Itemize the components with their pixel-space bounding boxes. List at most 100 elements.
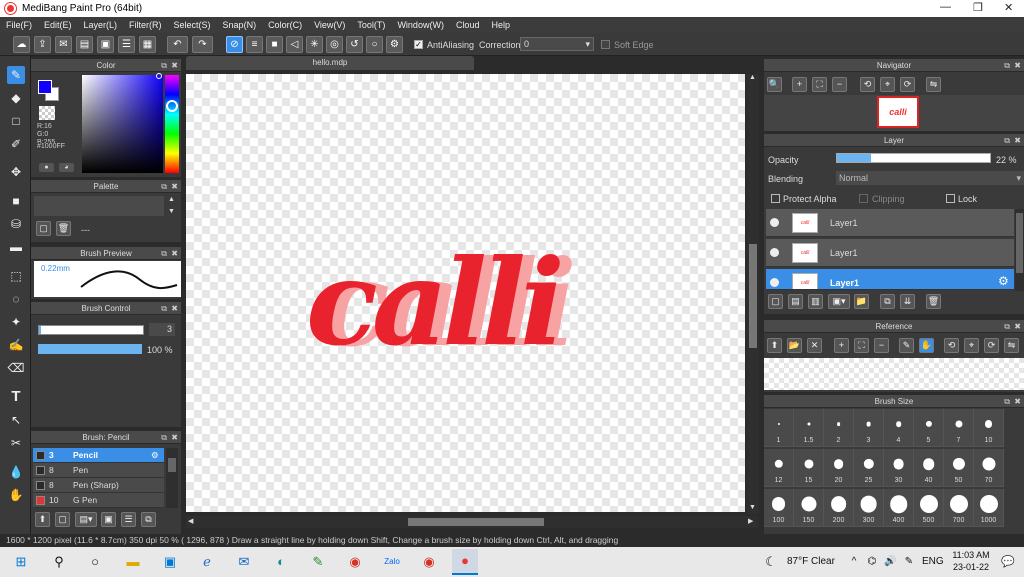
close-icon[interactable]: ✕ xyxy=(1004,1,1013,14)
brush-size-option[interactable]: 300 xyxy=(854,489,884,527)
hue-slider[interactable] xyxy=(165,75,179,173)
color-add-icon[interactable]: ◕ xyxy=(59,163,74,172)
clock[interactable]: 11:03 AM 23-01-22 xyxy=(948,549,994,573)
rotate-right-icon[interactable]: ⟳ xyxy=(984,338,999,353)
parallel-snap-icon[interactable]: ≡ xyxy=(246,36,263,53)
brush-item-pencil[interactable]: 3 Pencil ⚙ xyxy=(33,448,164,463)
zoom-fit-icon[interactable]: 🔍 xyxy=(767,77,782,92)
brush-tool-icon[interactable]: ✎ xyxy=(7,66,25,84)
text-tool-icon[interactable]: T xyxy=(7,388,25,406)
brush-item-g-pen[interactable]: 10 G Pen xyxy=(33,493,164,508)
chrome-icon[interactable]: ◉ xyxy=(420,554,438,570)
layer-opacity-slider[interactable] xyxy=(836,153,991,163)
close-icon[interactable]: ✖ xyxy=(1014,134,1021,147)
scrollbar-thumb[interactable] xyxy=(1016,213,1023,273)
reset-view-icon[interactable]: ⌖ xyxy=(964,338,979,353)
move-tool-icon[interactable]: ✥ xyxy=(7,163,25,181)
delete-brush-icon[interactable]: ⧉ xyxy=(141,512,156,527)
new-color-layer-icon[interactable]: ▢ xyxy=(768,294,783,309)
brush-size-option[interactable]: 12 xyxy=(764,449,794,487)
document-tab[interactable]: hello.mdp xyxy=(186,56,474,70)
duplicate-layer-icon[interactable]: ⧉ xyxy=(880,294,895,309)
rectangle-tool-icon[interactable]: □ xyxy=(7,112,25,130)
layer-menu-icon[interactable]: ▣▾ xyxy=(828,294,850,309)
undock-icon[interactable]: ⧉ xyxy=(161,302,167,315)
undock-icon[interactable]: ⧉ xyxy=(161,59,167,72)
menu-layer[interactable]: Layer(L) xyxy=(78,20,124,30)
close-icon[interactable]: ✖ xyxy=(171,59,178,72)
color-mode-icon[interactable]: ● xyxy=(39,163,54,172)
fit-icon[interactable]: ⛶ xyxy=(854,338,869,353)
brush-size-option[interactable]: 2 xyxy=(824,409,854,447)
undock-icon[interactable]: ⧉ xyxy=(161,247,167,260)
layer-row[interactable]: calli Layer1 xyxy=(766,209,1014,237)
select-tool-icon[interactable]: ⬚ xyxy=(7,267,25,285)
select-pen-tool-icon[interactable]: ✍ xyxy=(7,336,25,354)
brush-size-option[interactable]: 500 xyxy=(914,489,944,527)
brush-size-option[interactable]: 100 xyxy=(764,489,794,527)
menu-select[interactable]: Select(S) xyxy=(168,20,217,30)
curve-snap-icon[interactable]: ↺ xyxy=(346,36,363,53)
volume-icon[interactable]: 🔊 xyxy=(884,554,896,570)
zoom-out-icon[interactable]: − xyxy=(832,77,847,92)
brush-size-option[interactable]: 10 xyxy=(974,409,1004,447)
rotate-left-icon[interactable]: ⟲ xyxy=(860,77,875,92)
undock-icon[interactable]: ⧉ xyxy=(1004,134,1010,147)
scrollbar-thumb[interactable] xyxy=(749,244,757,348)
magic-wand-tool-icon[interactable]: ✦ xyxy=(7,313,25,331)
settings-snap-icon[interactable]: ⚙ xyxy=(386,36,403,53)
operation-tool-icon[interactable]: ↖ xyxy=(7,411,25,429)
brush-size-option[interactable]: 200 xyxy=(824,489,854,527)
comment-icon[interactable]: ✉ xyxy=(55,36,72,53)
brush-item-pen[interactable]: 8 Pen xyxy=(33,463,164,478)
add-brush-icon[interactable]: ⬆ xyxy=(35,512,50,527)
menu-file[interactable]: File(F) xyxy=(0,20,38,30)
delete-palette-icon[interactable]: 🗑 xyxy=(56,221,71,236)
notification-icon[interactable]: 💬 xyxy=(1000,554,1016,570)
brush-size-option[interactable]: 7 xyxy=(944,409,974,447)
ime-icon[interactable]: ✎ xyxy=(902,554,916,570)
divide-tool-icon[interactable]: ✂ xyxy=(7,434,25,452)
new-palette-icon[interactable]: ▢ xyxy=(36,221,51,236)
clipping-checkbox[interactable] xyxy=(859,194,868,203)
scrollbar-thumb[interactable] xyxy=(168,458,176,472)
menu-help[interactable]: Help xyxy=(485,20,516,30)
undock-icon[interactable]: ⧉ xyxy=(1004,320,1010,333)
menu-color[interactable]: Color(C) xyxy=(262,20,308,30)
brush-size-option[interactable]: 400 xyxy=(884,489,914,527)
brush-size-slider[interactable] xyxy=(38,325,144,335)
brush-size-option[interactable]: 4 xyxy=(884,409,914,447)
scrollbar-thumb[interactable] xyxy=(408,518,544,526)
brush-size-option[interactable]: 40 xyxy=(914,449,944,487)
soft-edge-checkbox[interactable] xyxy=(601,40,610,49)
navigator-thumbnail[interactable]: calli xyxy=(877,96,919,128)
brush-size-option[interactable]: 50 xyxy=(944,449,974,487)
bucket-tool-icon[interactable]: ⛁ xyxy=(7,215,25,233)
layer-list-scrollbar[interactable] xyxy=(1015,209,1024,291)
menu-view[interactable]: View(V) xyxy=(308,20,351,30)
app-icon[interactable]: ✎ xyxy=(309,554,327,570)
close-icon[interactable]: ✖ xyxy=(171,247,178,260)
select-eraser-tool-icon[interactable]: ⌫ xyxy=(7,359,25,377)
zalo-icon[interactable]: Zalo xyxy=(383,554,401,570)
rotate-right-icon[interactable]: ⟳ xyxy=(900,77,915,92)
scroll-right-icon[interactable]: ▶ xyxy=(748,517,753,525)
zoom-in-icon[interactable]: + xyxy=(792,77,807,92)
brush-size-option[interactable]: 70 xyxy=(974,449,1004,487)
save-icon[interactable]: ▣ xyxy=(97,36,114,53)
windows-start-icon[interactable]: ⊞ xyxy=(12,554,30,570)
visibility-icon[interactable] xyxy=(770,248,779,257)
mail-icon[interactable]: ✉ xyxy=(235,554,253,570)
eyedropper-tool-icon[interactable]: 💧 xyxy=(7,463,25,481)
saturation-value-picker[interactable] xyxy=(82,75,163,173)
eraser-tool-icon[interactable]: ◆ xyxy=(7,89,25,107)
gear-icon[interactable]: ⚙ xyxy=(998,274,1009,288)
transparent-swatch[interactable] xyxy=(39,106,55,120)
brush-size-option[interactable]: 15 xyxy=(794,449,824,487)
drawing-canvas[interactable]: calli calli xyxy=(186,74,745,512)
close-icon[interactable]: ✖ xyxy=(171,431,178,444)
brush-item-pen-sharp[interactable]: 8 Pen (Sharp) xyxy=(33,478,164,493)
flip-icon[interactable]: ⇋ xyxy=(926,77,941,92)
hand-tool-icon[interactable]: ✋ xyxy=(7,486,25,504)
menu-window[interactable]: Window(W) xyxy=(391,20,450,30)
